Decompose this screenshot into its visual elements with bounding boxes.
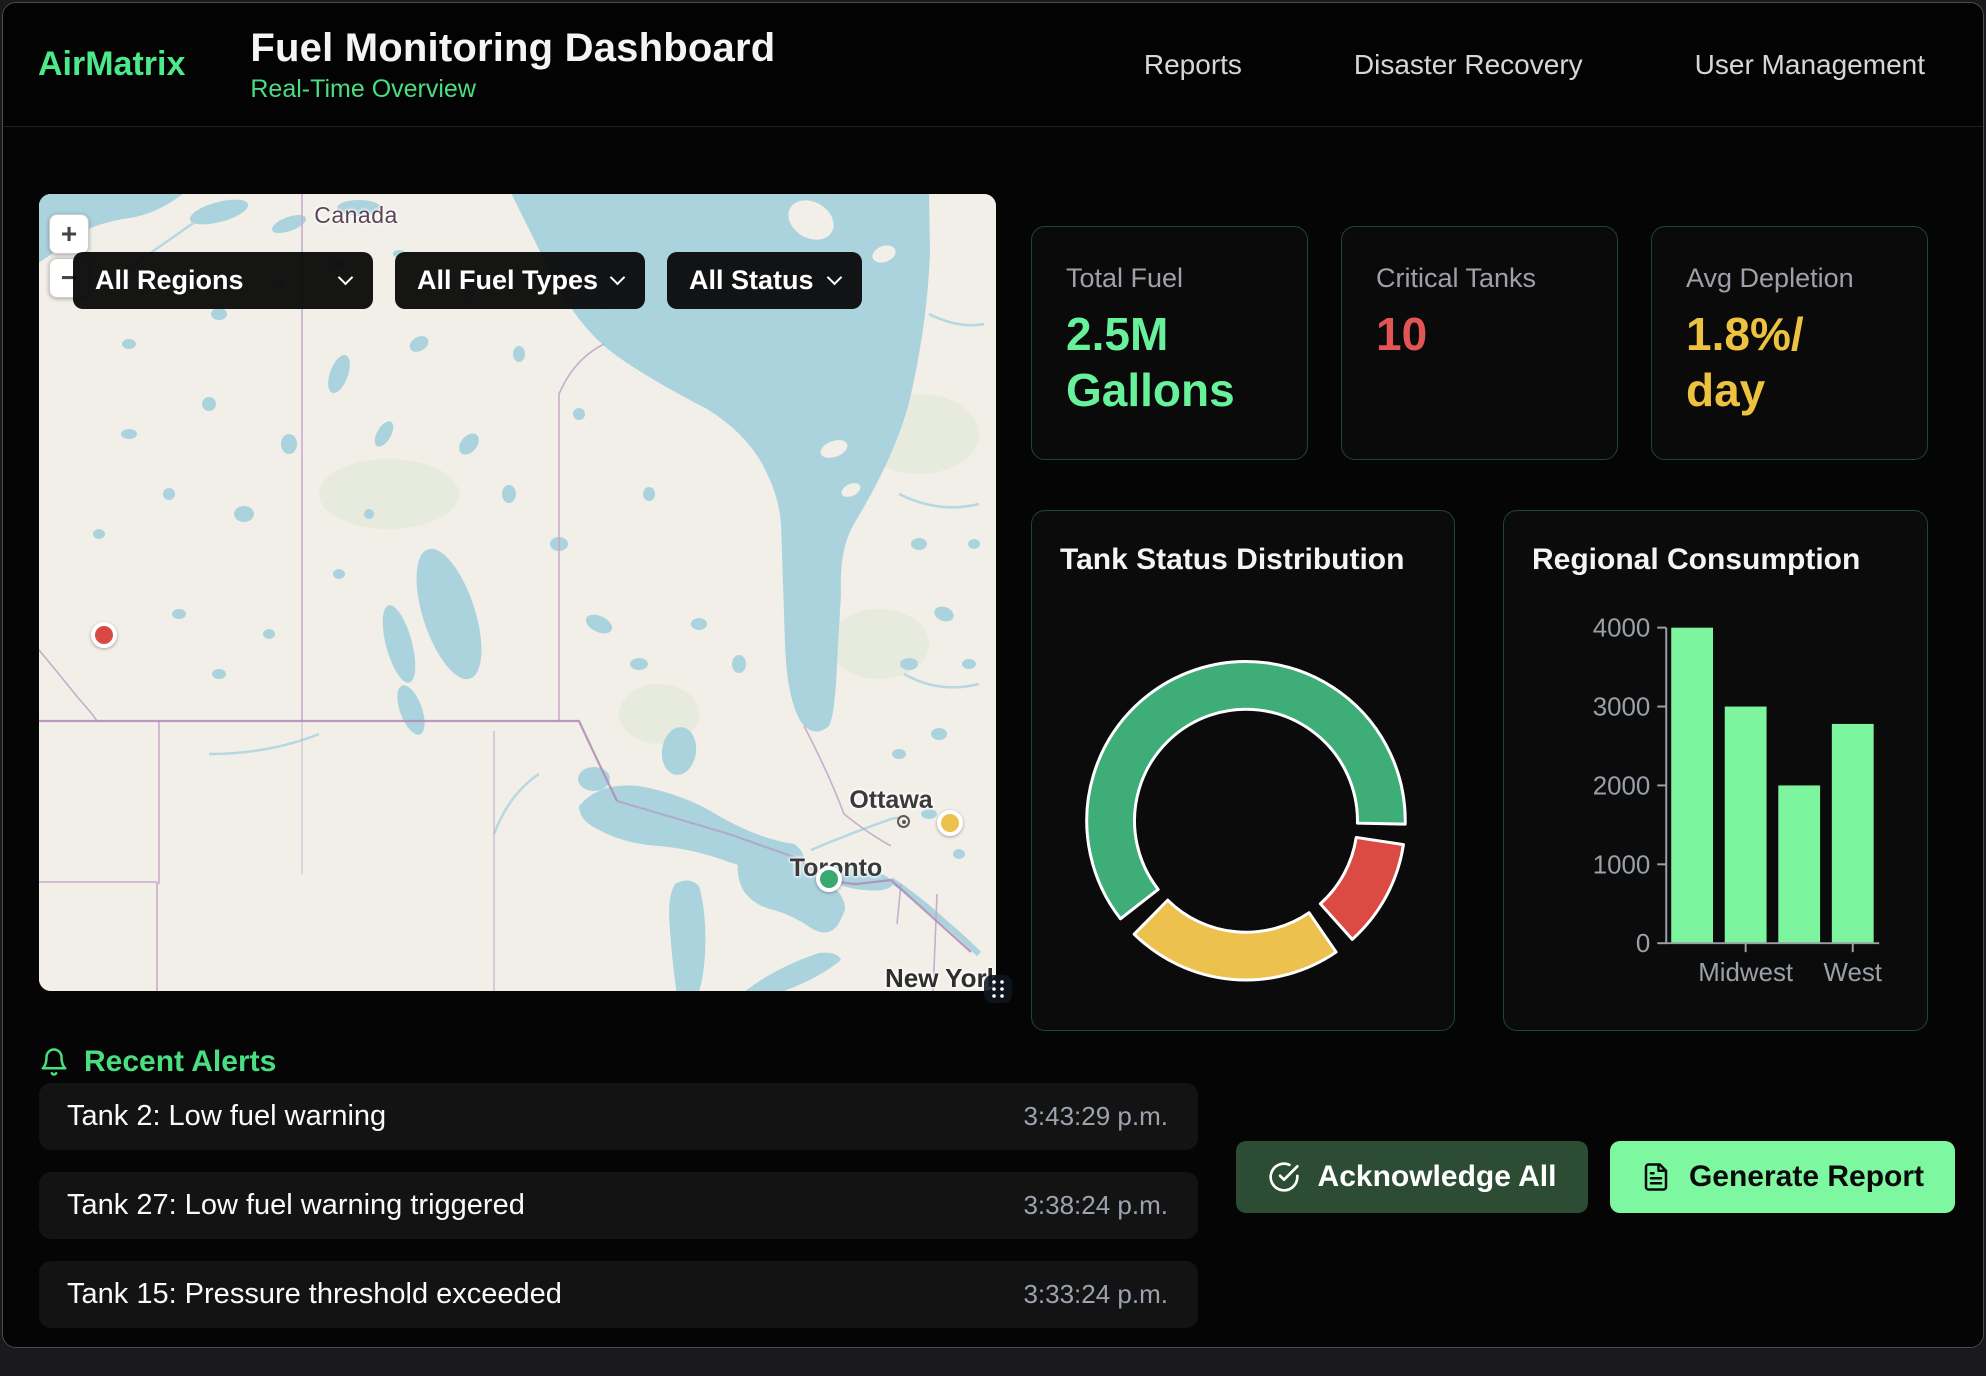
stat-value: 2.5M Gallons (1066, 306, 1271, 418)
status-filter-dropdown[interactable]: All Status (667, 252, 862, 309)
map-marker-critical[interactable] (91, 622, 117, 648)
stat-card-total-fuel: Total Fuel 2.5M Gallons (1031, 226, 1308, 460)
acknowledge-all-button[interactable]: Acknowledge All (1236, 1141, 1588, 1213)
nav-reports[interactable]: Reports (1144, 49, 1242, 81)
svg-text:3000: 3000 (1593, 694, 1651, 722)
header: AirMatrix Fuel Monitoring Dashboard Real… (3, 3, 1983, 127)
chevron-down-icon (610, 270, 626, 286)
svg-text:1000: 1000 (1593, 851, 1651, 879)
alert-text: Tank 2: Low fuel warning (67, 1100, 386, 1133)
chevron-down-icon (827, 270, 843, 286)
alert-time: 3:33:24 p.m. (1023, 1279, 1168, 1310)
title-block: Fuel Monitoring Dashboard Real-Time Over… (250, 26, 775, 104)
status-filter-value: All Status (689, 265, 814, 296)
report-file-icon (1641, 1162, 1671, 1192)
ottawa-town-icon (897, 815, 910, 828)
regional-consumption-card: Regional Consumption 0 1000 2000 3000 4000 Mi… (1503, 510, 1928, 1031)
alerts-heading: Recent Alerts (39, 1045, 276, 1079)
tank-status-card: Tank Status Distribution (1031, 510, 1455, 1031)
nav-user-management[interactable]: User Management (1695, 49, 1925, 81)
map-marker-normal[interactable] (816, 866, 842, 892)
chevron-down-icon (338, 270, 354, 286)
map-label-canada: Canada (311, 202, 401, 229)
app-frame: AirMatrix Fuel Monitoring Dashboard Real… (2, 2, 1984, 1348)
stat-label: Critical Tanks (1376, 263, 1583, 294)
map-zoom-in-button[interactable]: + (49, 214, 89, 254)
alert-text: Tank 15: Pressure threshold exceeded (67, 1278, 562, 1311)
bell-icon (39, 1047, 69, 1077)
nav-disaster-recovery[interactable]: Disaster Recovery (1354, 49, 1583, 81)
tank-status-donut (1032, 511, 1454, 1030)
recent-alerts-section: Recent Alerts Tank 2: Low fuel warning 3… (3, 1037, 1983, 1348)
map-filter-bar: All Regions All Fuel Types All Status (73, 252, 862, 309)
svg-text:2000: 2000 (1593, 772, 1651, 800)
stat-value: 1.8%/day (1686, 306, 1828, 418)
drag-dots-icon (990, 979, 1006, 999)
bar-chart-title: Regional Consumption (1532, 543, 1860, 577)
svg-text:4000: 4000 (1593, 615, 1651, 643)
stat-card-avg-depletion: Avg Depletion 1.8%/day (1651, 226, 1928, 460)
alert-text: Tank 27: Low fuel warning triggered (67, 1189, 525, 1222)
svg-text:Midwest: Midwest (1698, 959, 1793, 987)
map-panel[interactable]: Canada Ottawa Toronto New York − + All R… (39, 194, 996, 991)
alert-row[interactable]: Tank 15: Pressure threshold exceeded 3:3… (39, 1261, 1198, 1328)
regional-consumption-chart: 0 1000 2000 3000 4000 Midwest West (1504, 511, 1927, 1030)
fuel-type-filter-dropdown[interactable]: All Fuel Types (395, 252, 645, 309)
alert-time: 3:38:24 p.m. (1023, 1190, 1168, 1221)
region-filter-value: All Regions (95, 265, 244, 296)
main-nav: Reports Disaster Recovery User Managemen… (1144, 49, 1983, 81)
brand-logo[interactable]: AirMatrix (3, 45, 185, 84)
generate-report-label: Generate Report (1689, 1160, 1924, 1194)
alert-time: 3:43:29 p.m. (1023, 1101, 1168, 1132)
svg-text:West: West (1824, 959, 1882, 987)
fuel-type-filter-value: All Fuel Types (417, 265, 598, 296)
generate-report-button[interactable]: Generate Report (1610, 1141, 1955, 1213)
dashboard-content: Canada Ottawa Toronto New York − + All R… (3, 127, 1983, 1348)
map-label-ottawa: Ottawa (841, 786, 941, 815)
alert-row[interactable]: Tank 27: Low fuel warning triggered 3:38… (39, 1172, 1198, 1239)
page-title: Fuel Monitoring Dashboard (250, 26, 775, 71)
map-label-new-york: New York (884, 963, 996, 991)
stat-label: Total Fuel (1066, 263, 1273, 294)
check-circle-icon (1268, 1161, 1300, 1193)
alerts-heading-text: Recent Alerts (84, 1045, 276, 1079)
stat-label: Avg Depletion (1686, 263, 1893, 294)
donut-chart-title: Tank Status Distribution (1060, 543, 1404, 577)
region-filter-dropdown[interactable]: All Regions (73, 252, 373, 309)
svg-text:0: 0 (1636, 930, 1650, 958)
stat-cards: Total Fuel 2.5M Gallons Critical Tanks 1… (1031, 226, 1928, 460)
map-resize-handle[interactable] (984, 975, 1012, 1003)
stat-value: 10 (1376, 306, 1581, 362)
alert-row[interactable]: Tank 2: Low fuel warning 3:43:29 p.m. (39, 1083, 1198, 1150)
page-subtitle: Real-Time Overview (250, 75, 775, 104)
acknowledge-all-label: Acknowledge All (1318, 1160, 1557, 1194)
stat-card-critical-tanks: Critical Tanks 10 (1341, 226, 1618, 460)
map-marker-warning[interactable] (937, 810, 963, 836)
